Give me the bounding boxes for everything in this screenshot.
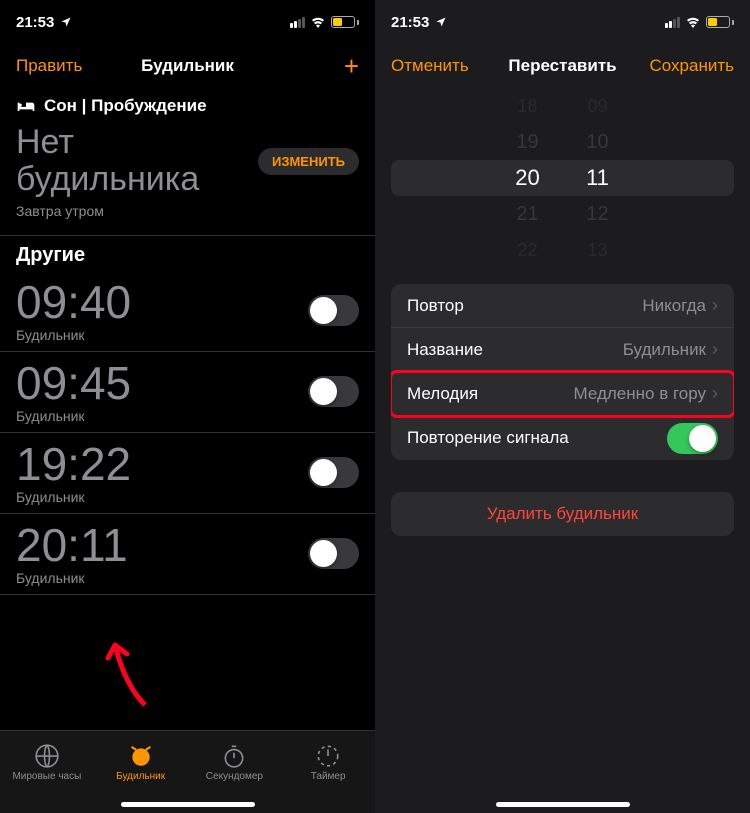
alarm-label: Будильник [16, 408, 131, 424]
alarm-time: 20:11 [16, 522, 128, 568]
selected-hour: 20 [515, 160, 539, 196]
sound-row[interactable]: Мелодия Медленно в гору › [391, 372, 734, 416]
save-button[interactable]: Сохранить [650, 56, 734, 76]
minute-picker-column[interactable]: 08 09 10 11 12 13 14 [563, 88, 633, 268]
location-icon [60, 16, 72, 28]
status-time: 21:53 [16, 14, 54, 31]
chevron-right-icon: › [712, 339, 718, 360]
tab-label: Будильник [116, 771, 165, 782]
tab-label: Таймер [311, 771, 346, 782]
sound-value: Медленно в гору [574, 384, 706, 404]
cell-signal-icon [290, 17, 305, 28]
snooze-row: Повторение сигнала [391, 416, 734, 460]
sleep-section-header: Сон | Пробуждение [0, 88, 375, 120]
chevron-right-icon: › [712, 383, 718, 404]
cell-signal-icon [665, 17, 680, 28]
alarm-time: 19:22 [16, 441, 131, 487]
no-alarm-text: Нет будильника [16, 124, 258, 199]
others-section-title: Другие [0, 235, 375, 271]
home-indicator[interactable] [496, 802, 630, 807]
alarm-toggle[interactable] [308, 538, 359, 569]
bed-icon [16, 99, 36, 113]
alarm-list-screen: 21:53 Править Будильник + Сон | Пробужде… [0, 0, 375, 813]
nav-bar: Отменить Переставить Сохранить [375, 44, 750, 88]
name-row[interactable]: Название Будильник › [391, 328, 734, 372]
alarm-time: 09:40 [16, 279, 131, 325]
status-bar: 21:53 [375, 0, 750, 44]
time-picker[interactable]: 17 18 19 20 21 22 23 08 09 10 11 12 13 1… [375, 88, 750, 268]
tab-bar: Мировые часы Будильник Секундомер Таймер [0, 730, 375, 813]
hour-picker-column[interactable]: 17 18 19 20 21 22 23 [493, 88, 563, 268]
alarm-toggle[interactable] [308, 295, 359, 326]
home-indicator[interactable] [121, 802, 255, 807]
delete-group: Удалить будильник [391, 492, 734, 536]
name-value: Будильник [623, 340, 706, 360]
alarm-row[interactable]: 09:45 Будильник [0, 352, 375, 433]
alarm-label: Будильник [16, 489, 131, 505]
wifi-icon [310, 16, 326, 28]
tab-alarm[interactable]: Будильник [94, 731, 188, 793]
change-sleep-button[interactable]: ИЗМЕНИТЬ [258, 148, 359, 175]
tab-label: Секундомер [206, 771, 263, 782]
alarm-row[interactable]: 20:11 Будильник [0, 514, 375, 595]
snooze-toggle[interactable] [667, 423, 718, 454]
alarm-toggle[interactable] [308, 376, 359, 407]
timer-icon [315, 743, 341, 769]
status-bar: 21:53 [0, 0, 375, 44]
delete-alarm-button[interactable]: Удалить будильник [391, 492, 734, 536]
selected-minute: 11 [586, 160, 609, 196]
tab-label: Мировые часы [12, 771, 81, 782]
row-label: Название [407, 340, 483, 360]
row-label: Повторение сигнала [407, 428, 569, 448]
tab-timer[interactable]: Таймер [281, 731, 375, 793]
wifi-icon [685, 16, 701, 28]
tab-world-clock[interactable]: Мировые часы [0, 731, 94, 793]
battery-icon [706, 16, 734, 28]
status-time: 21:53 [391, 14, 429, 31]
alarm-label: Будильник [16, 327, 131, 343]
row-label: Повтор [407, 296, 464, 316]
alarm-label: Будильник [16, 570, 128, 586]
edit-button[interactable]: Править [16, 56, 82, 76]
add-alarm-button[interactable]: + [344, 51, 359, 82]
alarm-toggle[interactable] [308, 457, 359, 488]
stopwatch-icon [221, 743, 247, 769]
alarm-time: 09:45 [16, 360, 131, 406]
sleep-header-label: Сон | Пробуждение [44, 96, 207, 116]
alarm-icon [128, 743, 154, 769]
alarm-settings-group: Повтор Никогда › Название Будильник › Мело… [391, 284, 734, 460]
battery-icon [331, 16, 359, 28]
repeat-value: Никогда [642, 296, 706, 316]
tab-stopwatch[interactable]: Секундомер [188, 731, 282, 793]
alarm-row[interactable]: 19:22 Будильник [0, 433, 375, 514]
globe-icon [34, 743, 60, 769]
repeat-row[interactable]: Повтор Никогда › [391, 284, 734, 328]
cancel-button[interactable]: Отменить [391, 56, 469, 76]
location-icon [435, 16, 447, 28]
nav-bar: Править Будильник + [0, 44, 375, 88]
alarm-row[interactable]: 09:40 Будильник [0, 271, 375, 352]
tomorrow-label: Завтра утром [0, 199, 375, 235]
chevron-right-icon: › [712, 295, 718, 316]
annotation-arrow [100, 630, 160, 710]
row-label: Мелодия [407, 384, 478, 404]
edit-alarm-screen: 21:53 Отменить Переставить Сохранить 17 … [375, 0, 750, 813]
